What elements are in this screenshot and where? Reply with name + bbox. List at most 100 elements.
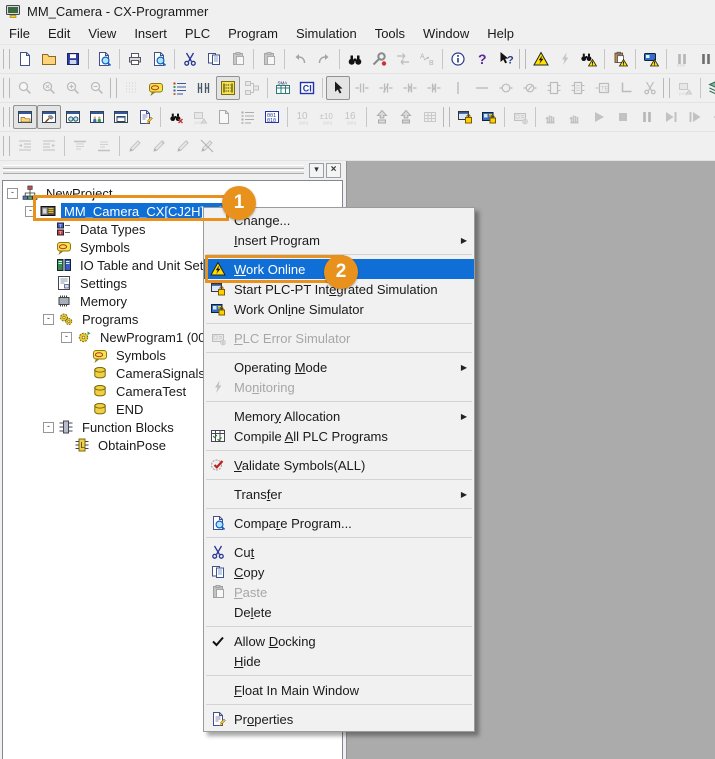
- menu-item-compare-program[interactable]: Compare Program...: [204, 513, 474, 533]
- menu-item-plc-error-simulator: PLC Error Simulator: [204, 328, 474, 348]
- find-icon[interactable]: [343, 47, 367, 71]
- menu-item-label: Properties: [230, 712, 453, 727]
- menu-item-label: Transfer: [230, 487, 453, 502]
- menu-simulation[interactable]: Simulation: [287, 24, 366, 43]
- paste-icon: [206, 584, 230, 600]
- menu-item-float-in-main-window[interactable]: Float In Main Window: [204, 680, 474, 700]
- label-post: e Program...: [280, 516, 352, 531]
- menu-separator: [206, 537, 472, 538]
- memory-icon: [56, 293, 72, 309]
- help-topics-icon[interactable]: ?: [470, 47, 494, 71]
- horizontal-line-icon: [470, 76, 494, 100]
- menu-item-insert-program[interactable]: Insert Program▶: [204, 230, 474, 250]
- copy-icon[interactable]: [202, 47, 226, 71]
- contact-no-icon: [350, 76, 374, 100]
- panel-caption[interactable]: ▾ ×: [0, 161, 346, 180]
- local-symbols-icon[interactable]: [144, 76, 168, 100]
- label-pre: Operating: [234, 360, 295, 375]
- menu-file[interactable]: File: [0, 24, 39, 43]
- label-accelerator: P: [234, 331, 243, 346]
- panel-close-button[interactable]: ×: [326, 163, 341, 178]
- toggle-project-workspace-icon[interactable]: [13, 105, 37, 129]
- programs-icon: [58, 311, 74, 327]
- menu-item-memory-allocation[interactable]: Memory Allocation▶: [204, 406, 474, 426]
- toggle-cross-reference-icon[interactable]: [85, 105, 109, 129]
- find-tool-icon[interactable]: [367, 47, 391, 71]
- panel-menu-button[interactable]: ▾: [309, 163, 324, 178]
- cut-icon[interactable]: [178, 47, 202, 71]
- goto-icon: AB: [415, 47, 439, 71]
- menu-item-delete[interactable]: Delete: [204, 602, 474, 622]
- menu-item-validate-symbols-all[interactable]: Validate Symbols(ALL): [204, 455, 474, 475]
- menu-item-allow-docking[interactable]: Allow Docking: [204, 631, 474, 651]
- menu-separator: [206, 675, 472, 676]
- io-comment-icon[interactable]: [192, 76, 216, 100]
- tree-expander-icon[interactable]: -: [43, 314, 54, 325]
- menu-tools[interactable]: Tools: [366, 24, 414, 43]
- find-online-icon[interactable]: [577, 47, 601, 71]
- menu-help[interactable]: Help: [478, 24, 523, 43]
- svg-text:T: T: [59, 230, 62, 235]
- zoom-tool-icon: [13, 76, 37, 100]
- select-mode-icon[interactable]: [326, 76, 350, 100]
- menu-insert[interactable]: Insert: [125, 24, 176, 43]
- show-properties-icon[interactable]: [133, 105, 157, 129]
- binary-monitor-icon[interactable]: 001010: [260, 105, 284, 129]
- winprops-icon: [206, 711, 230, 727]
- menu-item-transfer[interactable]: Transfer▶: [204, 484, 474, 504]
- differentiate-icon: ↑: [171, 134, 195, 158]
- tree-expander-icon[interactable]: -: [7, 188, 18, 199]
- tree-expander-icon[interactable]: -: [61, 332, 72, 343]
- new-project-icon[interactable]: [13, 47, 37, 71]
- menu-item-work-online-simulator[interactable]: Work Online Simulator: [204, 299, 474, 319]
- print-icon[interactable]: [123, 47, 147, 71]
- start-plcpt-simulation-icon[interactable]: [477, 105, 501, 129]
- menu-item-cut[interactable]: Cut: [204, 542, 474, 562]
- signed-decimal-monitor-icon: ±10(0/0): [315, 105, 339, 129]
- menu-edit[interactable]: Edit: [39, 24, 79, 43]
- print-preview-icon[interactable]: [147, 47, 171, 71]
- menu-item-label: Float In Main Window: [230, 683, 453, 698]
- copy-icon: [206, 564, 230, 580]
- ci-window-icon[interactable]: CI: [295, 76, 319, 100]
- menu-item-properties[interactable]: Properties: [204, 709, 474, 729]
- tree-item-label: Symbols: [113, 347, 169, 364]
- online-edit-icon[interactable]: [639, 47, 663, 71]
- view-layers-icon[interactable]: [704, 76, 715, 100]
- about-icon[interactable]: [446, 47, 470, 71]
- menu-plc[interactable]: PLC: [176, 24, 219, 43]
- pause-icon[interactable]: [694, 47, 715, 71]
- transfer-online-icon[interactable]: [608, 47, 632, 71]
- save-project-icon[interactable]: [61, 47, 85, 71]
- list-view-icon: [236, 105, 260, 129]
- toggle-local-window-icon[interactable]: [109, 105, 133, 129]
- compare-programs-icon[interactable]: [92, 47, 116, 71]
- menu-item-hide[interactable]: Hide: [204, 651, 474, 671]
- menu-item-copy[interactable]: Copy: [204, 562, 474, 582]
- context-help-icon[interactable]: ?: [494, 47, 518, 71]
- find-report-icon[interactable]: [164, 105, 188, 129]
- menu-window[interactable]: Window: [414, 24, 478, 43]
- tree-item-label: Function Blocks: [79, 419, 177, 436]
- tree-expander-icon[interactable]: -: [43, 422, 54, 433]
- toggle-output-window-icon[interactable]: [37, 105, 61, 129]
- menu-item-label: Insert Program: [230, 233, 453, 248]
- address-reference-icon[interactable]: [168, 76, 192, 100]
- menu-item-label: Work Online Simulator: [230, 302, 453, 317]
- toggle-watch-window-icon[interactable]: [61, 105, 85, 129]
- menu-item-operating-mode[interactable]: Operating Mode▶: [204, 357, 474, 377]
- symbol-table-icon[interactable]: SMA: [271, 76, 295, 100]
- ladder-view-icon[interactable]: [216, 76, 240, 100]
- menu-separator: [206, 352, 472, 353]
- open-project-icon[interactable]: [37, 47, 61, 71]
- align-top-icon: [68, 134, 92, 158]
- window-monitor-icon: (0/0): [673, 76, 697, 100]
- menu-item-label: Validate Symbols(ALL): [230, 458, 453, 473]
- menu-program[interactable]: Program: [219, 24, 287, 43]
- svg-text:CI: CI: [303, 84, 312, 94]
- work-online-icon[interactable]: [529, 47, 553, 71]
- menu-view[interactable]: View: [79, 24, 125, 43]
- work-online-simulator-icon[interactable]: [453, 105, 477, 129]
- menu-item-compile-all-plc-programs[interactable]: Compile All PLC Programs: [204, 426, 474, 446]
- menu-separator: [206, 704, 472, 705]
